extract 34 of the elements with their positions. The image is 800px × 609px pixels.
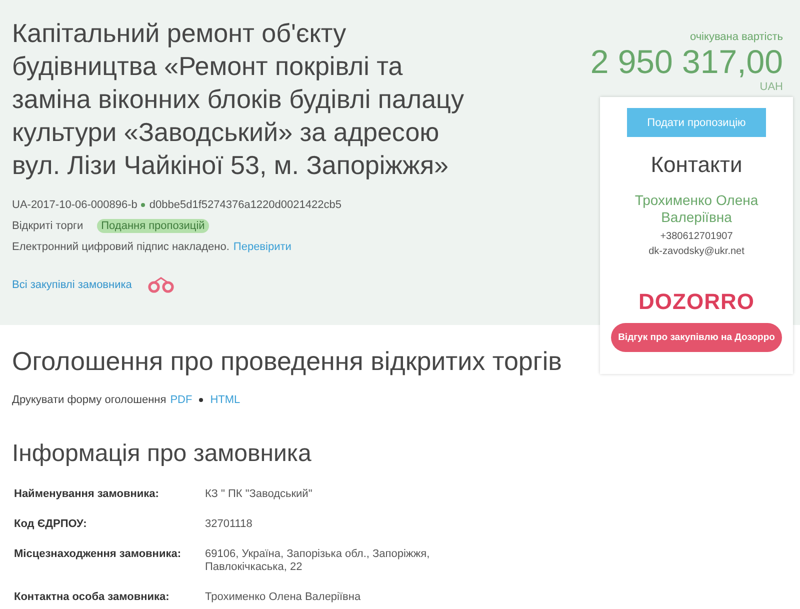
price-label: очікувана вартість [688,31,783,43]
separator-dot-icon [199,398,204,402]
separator-dot-icon [141,202,146,206]
print-format-link[interactable]: PDF [170,394,192,406]
signature-text: Електронний цифровий підпис накладено. [12,240,230,252]
status-badge: Подання пропозицій [97,218,209,232]
field-value: КЗ " ПК "Заводський" [205,488,314,501]
customer-tenders-link[interactable]: Всі закупівлі замовника [12,278,132,290]
feedback-button[interactable]: Відгук про закупівлю на Дозорро [611,323,782,352]
field-value: Трохименко Олена Валеріївна [205,591,362,604]
field-value: 69106, Україна, Запорізька обл., Запоріжжя, Павлокічкаська, 22 [205,548,431,574]
price-amount: 2 950 317,00 [589,43,783,81]
print-format-link[interactable]: HTML [210,394,240,406]
contact-name: Трохименко Олена Валеріївна [634,192,760,226]
tender-title: Капітальний ремонт об'єкту будівництва «Ремонт покрівлі та заміна віконних блоків будівлі палацу культури «Заводський» за адресою вул. Лізи Чайкіної 53, м. Запоріжжя» [12,17,465,182]
tender-id: UA-2017-10-06-000896-b [12,198,138,210]
submit-proposal-button[interactable]: Подати пропозицію [627,108,766,137]
field-value: 32701118 [205,518,254,531]
field-label: Найменування замовника: [14,488,160,501]
field-label: Контактна особа замовника: [14,591,170,604]
field-label: Код ЄДРПОУ: [14,518,88,531]
procedure-type: Відкриті торги [12,220,84,232]
contacts-title: Контакти [650,151,742,179]
verify-link[interactable]: Перевірити [233,240,292,252]
section-heading: Інформація про замовника [12,439,312,469]
handcuffs-icon [146,276,176,293]
contact-phone: +380612701907 [660,230,733,244]
print-label: Друкувати форму оголошення [12,394,166,406]
section-heading: Оголошення про проведення відкритих торгів [12,345,563,377]
contact-email: dk-zavodsky@ukr.net [648,245,744,259]
logo: DOZORRO [638,289,754,315]
field-label: Місцезнаходження замовника: [14,548,182,562]
currency-label: UAH [758,81,783,93]
tender-hash: d0bbe5d1f5274376a1220d0021422cb5 [149,198,342,210]
